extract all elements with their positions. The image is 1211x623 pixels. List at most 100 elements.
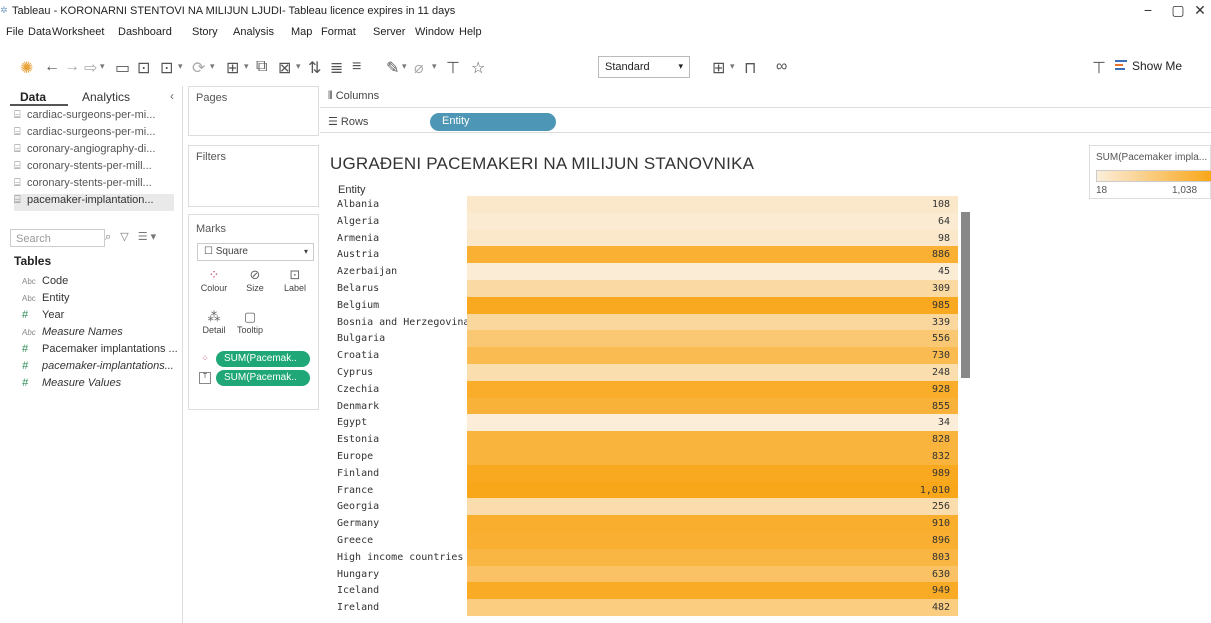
pin-icon[interactable]: ⊤ [1092, 58, 1106, 78]
entity-pill[interactable]: Entity [430, 113, 556, 131]
dropdown-caret-icon[interactable]: ▾ [730, 61, 735, 72]
data-source-item[interactable]: ⌸ cardiac-surgeons-per-mi... [14, 109, 174, 126]
table-row[interactable]: Egypt 34 [332, 414, 958, 432]
table-row[interactable]: Austria 886 [332, 246, 958, 264]
menu-item-server[interactable]: Server [373, 26, 405, 38]
show-cards-icon[interactable]: ⊞ [712, 58, 725, 78]
menu-item-analysis[interactable]: Analysis [233, 26, 274, 38]
table-row[interactable]: Estonia 828 [332, 431, 958, 449]
value-cell[interactable]: 949 [467, 582, 958, 600]
presentation-mode-icon[interactable]: ⊓ [744, 58, 756, 78]
table-row[interactable]: Algeria 64 [332, 212, 958, 230]
field-item[interactable]: Abc Code [22, 275, 182, 287]
save-icon[interactable]: ▭ [115, 58, 130, 78]
field-item[interactable]: # Year [22, 309, 182, 321]
tooltip-button[interactable]: ▢ Tooltip [235, 309, 265, 339]
field-item[interactable]: # Measure Values [22, 377, 182, 389]
colour-button[interactable]: ⁘ Colour [199, 267, 229, 297]
duplicate-icon[interactable]: ⧉ [256, 58, 267, 76]
table-row[interactable]: Belarus 309 [332, 280, 958, 297]
data-source-item[interactable]: ⌸ cardiac-surgeons-per-mi... [14, 126, 174, 143]
menu-item-file[interactable]: File [6, 26, 24, 38]
filters-card[interactable]: Filters [188, 145, 319, 207]
table-row[interactable]: Belgium 985 [332, 296, 958, 314]
data-source-item[interactable]: ⌸ coronary-stents-per-mill... [14, 177, 174, 194]
pages-card[interactable]: Pages [188, 86, 319, 136]
value-cell[interactable]: 985 [467, 296, 958, 314]
tab-data[interactable]: Data [20, 90, 46, 104]
share-icon[interactable]: ∞ [776, 58, 787, 76]
table-row[interactable]: Greece 896 [332, 532, 958, 549]
replay-icon[interactable]: ⇨ [84, 58, 97, 78]
table-row[interactable]: Croatia 730 [332, 347, 958, 365]
datasource-icon[interactable]: ⊡ [160, 58, 173, 78]
swap-icon[interactable]: ⇅ [308, 58, 321, 78]
menu-item-format[interactable]: Format [321, 26, 356, 38]
label-button[interactable]: ⊡ Label [280, 267, 310, 297]
value-cell[interactable]: 248 [467, 364, 958, 381]
data-source-item[interactable]: ⌸ pacemaker-implantation... [14, 194, 174, 211]
value-cell[interactable]: 803 [467, 548, 958, 566]
dropdown-caret-icon[interactable]: ▾ [210, 61, 215, 72]
tab-analytics[interactable]: Analytics [82, 90, 130, 104]
tableau-home-icon[interactable]: ✺ [20, 58, 33, 78]
value-cell[interactable]: 339 [467, 313, 958, 331]
dropdown-caret-icon[interactable]: ▾ [178, 61, 183, 72]
value-cell[interactable]: 64 [467, 212, 958, 230]
value-cell[interactable]: 556 [467, 330, 958, 348]
sort-ascending-icon[interactable]: ≣ [330, 58, 343, 78]
value-cell[interactable]: 256 [467, 498, 958, 516]
field-item[interactable]: Abc Measure Names [22, 326, 182, 338]
dropdown-caret-icon[interactable]: ▾ [244, 61, 249, 72]
value-cell[interactable]: 928 [467, 380, 958, 398]
fit-select[interactable]: Standard ▾ [598, 56, 690, 78]
menu-item-data[interactable]: Data [28, 26, 51, 38]
mark-type-select[interactable]: ☐ Square ▾ [197, 243, 314, 261]
colour-pill[interactable]: SUM(Pacemak.. [216, 351, 310, 367]
field-item[interactable]: Abc Entity [22, 292, 182, 304]
field-item[interactable]: # Pacemaker implantations ... [22, 343, 182, 355]
table-row[interactable]: High income countries (Eu.. 803 [332, 548, 958, 566]
value-cell[interactable]: 730 [467, 347, 958, 365]
menu-item-dashboard[interactable]: Dashboard [118, 26, 172, 38]
size-button[interactable]: ⊘ Size [240, 267, 270, 297]
sort-descending-icon[interactable]: ≡ [352, 58, 361, 76]
value-cell[interactable]: 309 [467, 280, 958, 297]
table-row[interactable]: Finland 989 [332, 464, 958, 482]
new-datasource-icon[interactable]: ⊡ [137, 58, 150, 78]
table-row[interactable]: Germany 910 [332, 515, 958, 533]
value-cell[interactable]: 34 [467, 414, 958, 432]
menu-item-story[interactable]: Story [192, 26, 218, 38]
filter-icon[interactable]: ▽ [120, 231, 128, 243]
table-row[interactable]: Armenia 98 [332, 229, 958, 247]
table-row[interactable]: Bulgaria 556 [332, 330, 958, 348]
menu-item-worksheet[interactable]: Worksheet [52, 26, 104, 38]
value-cell[interactable]: 910 [467, 515, 958, 533]
table-row[interactable]: Azerbaijan 45 [332, 263, 958, 281]
new-worksheet-icon[interactable]: ⊞ [226, 58, 239, 78]
data-source-item[interactable]: ⌸ coronary-angiography-di... [14, 143, 174, 160]
value-cell[interactable]: 828 [467, 431, 958, 449]
refresh-icon[interactable]: ⟳ [192, 58, 205, 78]
table-row[interactable]: Albania 108 [332, 196, 958, 213]
value-cell[interactable]: 1,010 [467, 481, 958, 499]
menu-item-help[interactable]: Help [459, 26, 482, 38]
table-row[interactable]: France 1,010 [332, 481, 958, 499]
table-row[interactable]: Denmark 855 [332, 397, 958, 415]
value-cell[interactable]: 108 [467, 196, 958, 213]
data-source-item[interactable]: ⌸ coronary-stents-per-mill... [14, 160, 174, 177]
value-cell[interactable]: 832 [467, 448, 958, 465]
columns-shelf[interactable]: ⫴ Columns [320, 86, 1211, 108]
undo-icon[interactable]: ← [44, 58, 60, 76]
highlight-icon[interactable]: ✎ [386, 58, 399, 78]
redo-icon[interactable]: → [64, 58, 80, 76]
value-cell[interactable]: 989 [467, 464, 958, 482]
value-cell[interactable]: 855 [467, 397, 958, 415]
dropdown-caret-icon[interactable]: ▾ [100, 61, 105, 72]
table-row[interactable]: Europe 832 [332, 448, 958, 465]
label-pill[interactable]: SUM(Pacemak.. [216, 370, 310, 386]
clear-sheet-icon[interactable]: ⊠ [278, 58, 291, 78]
value-cell[interactable]: 886 [467, 246, 958, 264]
table-row[interactable]: Ireland 482 [332, 599, 958, 617]
detail-button[interactable]: ⁂ Detail [199, 309, 229, 339]
